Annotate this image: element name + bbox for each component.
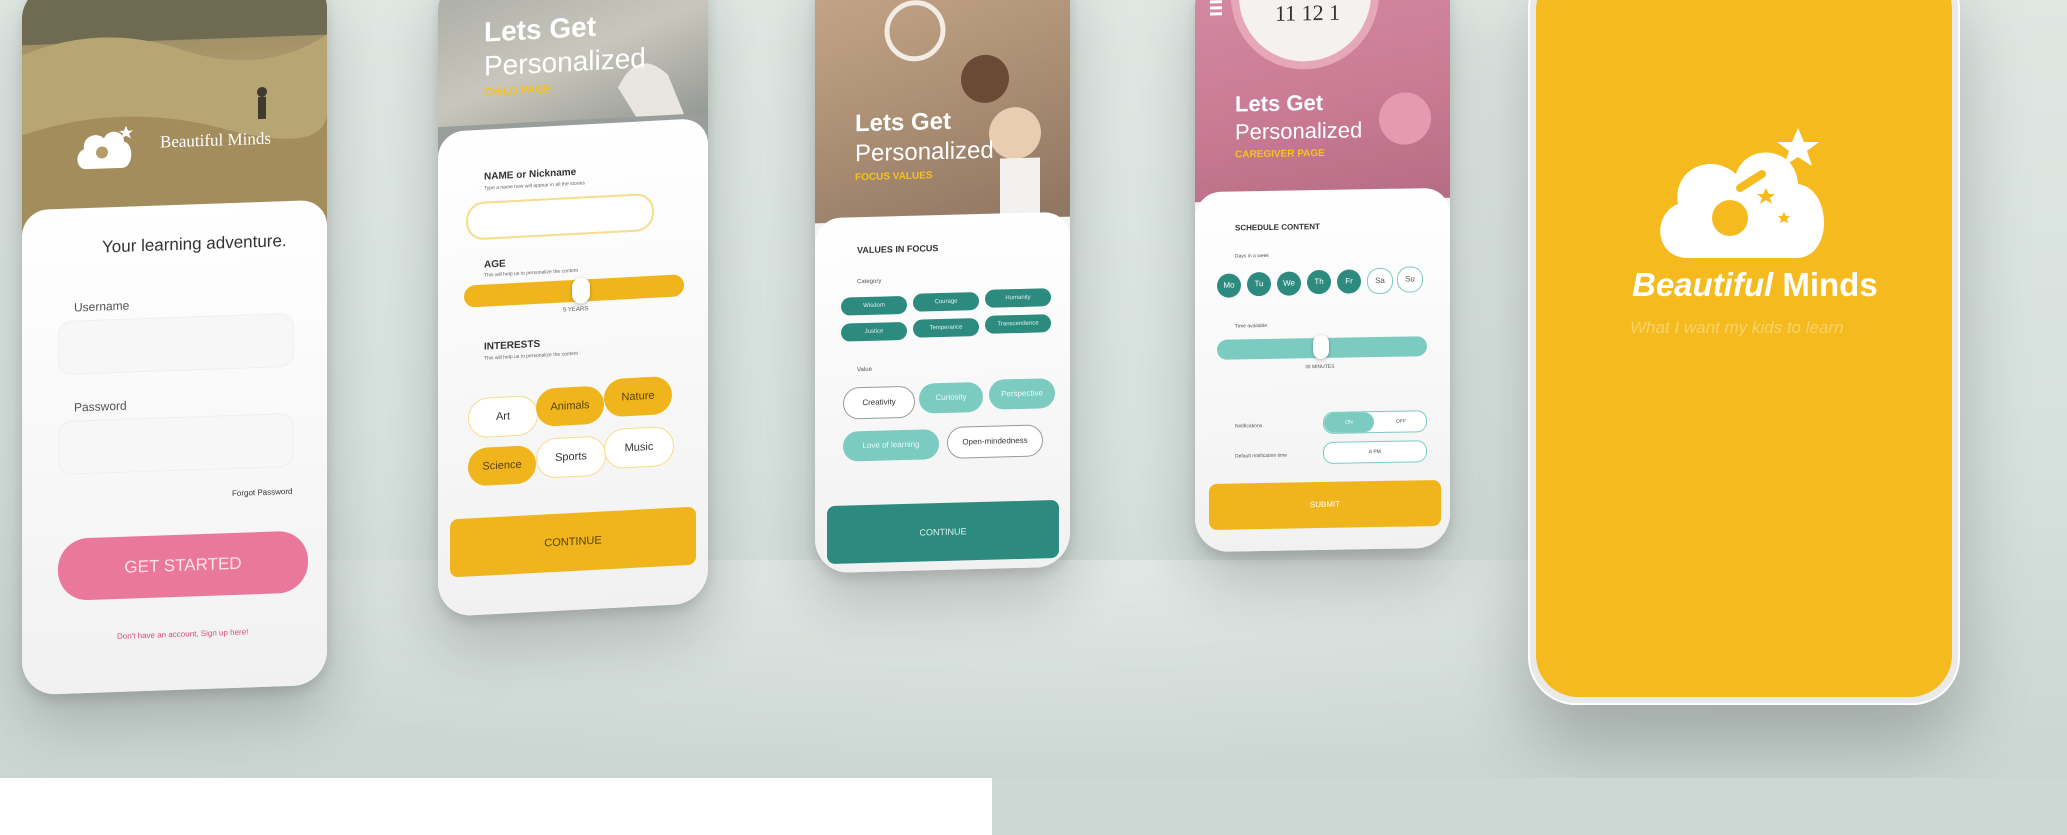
age-value: 5 YEARS <box>563 306 589 314</box>
day-chip[interactable]: Sa <box>1367 267 1393 295</box>
day-chip[interactable]: Th <box>1307 270 1331 295</box>
category-chip[interactable]: Temperance <box>913 318 979 338</box>
splash-phone: Beautiful Minds What I want my kids to l… <box>1528 0 1960 705</box>
get-started-button[interactable]: GET STARTED <box>58 530 308 602</box>
interests-label: INTERESTS <box>484 338 541 353</box>
password-input[interactable] <box>58 412 294 476</box>
day-chip[interactable]: We <box>1277 271 1301 296</box>
focus-hero-photo: Lets Get Personalized FOCUS VALUES <box>815 0 1070 224</box>
interest-chip[interactable]: Art <box>468 394 538 439</box>
time-label: Time available <box>1235 322 1268 330</box>
focus-title-line2: Personalized <box>855 136 994 168</box>
category-chip[interactable]: Wisdom <box>841 295 907 316</box>
interest-chip[interactable]: Music <box>604 425 674 470</box>
signup-link[interactable]: Don't have an account, Sign up here! <box>117 627 248 641</box>
value-chip[interactable]: Curiosity <box>919 381 983 414</box>
login-hero-photo: Beautiful Minds <box>22 0 327 236</box>
caregiver-title-line1: Lets Get <box>1235 89 1324 117</box>
name-input[interactable] <box>466 192 654 241</box>
splash-screen: Beautiful Minds What I want my kids to l… <box>1536 0 1952 697</box>
toggle-off[interactable]: OFF <box>1376 411 1426 432</box>
days-label: Days in a week <box>1235 252 1269 260</box>
value-chip[interactable]: Love of learning <box>843 429 939 462</box>
interests-help: This will help us to personalize the con… <box>484 350 578 362</box>
age-label: AGE <box>484 258 506 271</box>
name-label: NAME or Nickname <box>484 166 577 183</box>
caregiver-screen: 11 12 1 Lets Get Personalized CAREGIVER … <box>1195 0 1450 553</box>
child-form-card: NAME or Nickname Type a name how will ap… <box>438 117 708 618</box>
value-chip[interactable]: Perspective <box>989 378 1055 410</box>
category-chip[interactable]: Justice <box>841 321 907 342</box>
caregiver-title-line2: Personalized <box>1235 117 1363 145</box>
age-slider-thumb[interactable] <box>572 277 590 305</box>
bottom-white-panel <box>0 778 992 835</box>
username-input[interactable] <box>58 312 294 376</box>
caregiver-hero-photo: 11 12 1 Lets Get Personalized CAREGIVER … <box>1195 0 1450 203</box>
default-time-select[interactable]: 6 PM <box>1323 440 1427 464</box>
focus-continue-button[interactable]: CONTINUE <box>827 499 1059 565</box>
time-slider-thumb[interactable] <box>1313 334 1329 360</box>
svg-text:11 12 1: 11 12 1 <box>1275 0 1340 26</box>
values-section-title: VALUES IN FOCUS <box>857 243 939 256</box>
login-screen: Beautiful Minds Your learning adventure.… <box>22 0 327 696</box>
focus-subtitle: FOCUS VALUES <box>855 170 933 184</box>
splash-tagline: What I want my kids to learn <box>1630 318 1844 337</box>
value-chip[interactable]: Open-mindedness <box>947 424 1043 459</box>
focus-values-screen: Lets Get Personalized FOCUS VALUES VALUE… <box>815 0 1070 574</box>
splash-brand-name: Beautiful Minds <box>1632 266 1878 304</box>
interest-chip[interactable]: Science <box>468 444 536 487</box>
submit-button[interactable]: SUBMIT <box>1209 479 1441 530</box>
day-chip[interactable]: Mo <box>1217 273 1241 298</box>
name-help: Type a name how will appear in all the s… <box>484 180 585 192</box>
brand-name-prefix: Beautiful <box>1632 266 1774 303</box>
time-value: 30 MINUTES <box>1305 363 1335 371</box>
login-card: Your learning adventure. Username Passwo… <box>22 199 327 696</box>
value-label: Value <box>857 366 872 374</box>
toggle-on[interactable]: ON <box>1324 412 1374 433</box>
username-label: Username <box>74 298 130 315</box>
logo-wordmark: Beautiful Minds <box>160 128 271 152</box>
schedule-section-title: SCHEDULE CONTENT <box>1235 222 1320 233</box>
forgot-password-link[interactable]: Forgot Password <box>232 487 292 498</box>
password-label: Password <box>74 398 127 415</box>
focus-title-line1: Lets Get <box>855 107 952 138</box>
value-chip[interactable]: Creativity <box>843 385 915 420</box>
interest-chip[interactable]: Nature <box>604 375 672 418</box>
interest-chip[interactable]: Animals <box>536 385 604 427</box>
focus-card: VALUES IN FOCUS Category Wisdom Courage Hu… <box>815 211 1070 574</box>
login-heading: Your learning adventure. <box>102 231 287 257</box>
child-page-screen: Lets Get Personalized CHILD PAGE NAME or… <box>438 0 708 618</box>
brand-logo-icon <box>74 121 136 178</box>
brand-logo-icon <box>1648 118 1844 273</box>
day-chip[interactable]: Su <box>1397 266 1423 294</box>
child-continue-button[interactable]: CONTINUE <box>450 506 696 578</box>
category-chip[interactable]: Humanity <box>985 288 1051 308</box>
category-label: Category <box>857 278 882 286</box>
interest-chip[interactable]: Sports <box>536 435 606 479</box>
day-chip[interactable]: Tu <box>1247 272 1271 297</box>
child-title-line1: Lets Get <box>484 10 597 48</box>
caregiver-subtitle: CAREGIVER PAGE <box>1235 147 1325 161</box>
category-chip[interactable]: Transcendence <box>985 314 1051 334</box>
bottom-grey-panel <box>992 778 2067 835</box>
schedule-card: SCHEDULE CONTENT Days in a week Mo Tu We Th… <box>1195 187 1450 553</box>
default-time-label: Default notification time <box>1235 452 1287 460</box>
brand-name-suffix: Minds <box>1782 266 1878 303</box>
category-chip[interactable]: Courage <box>913 292 979 312</box>
day-chip[interactable]: Fr <box>1337 268 1361 294</box>
notifications-toggle[interactable]: ON OFF <box>1323 410 1427 434</box>
notifications-label: Notifications <box>1235 423 1263 430</box>
field-photo <box>22 0 327 236</box>
